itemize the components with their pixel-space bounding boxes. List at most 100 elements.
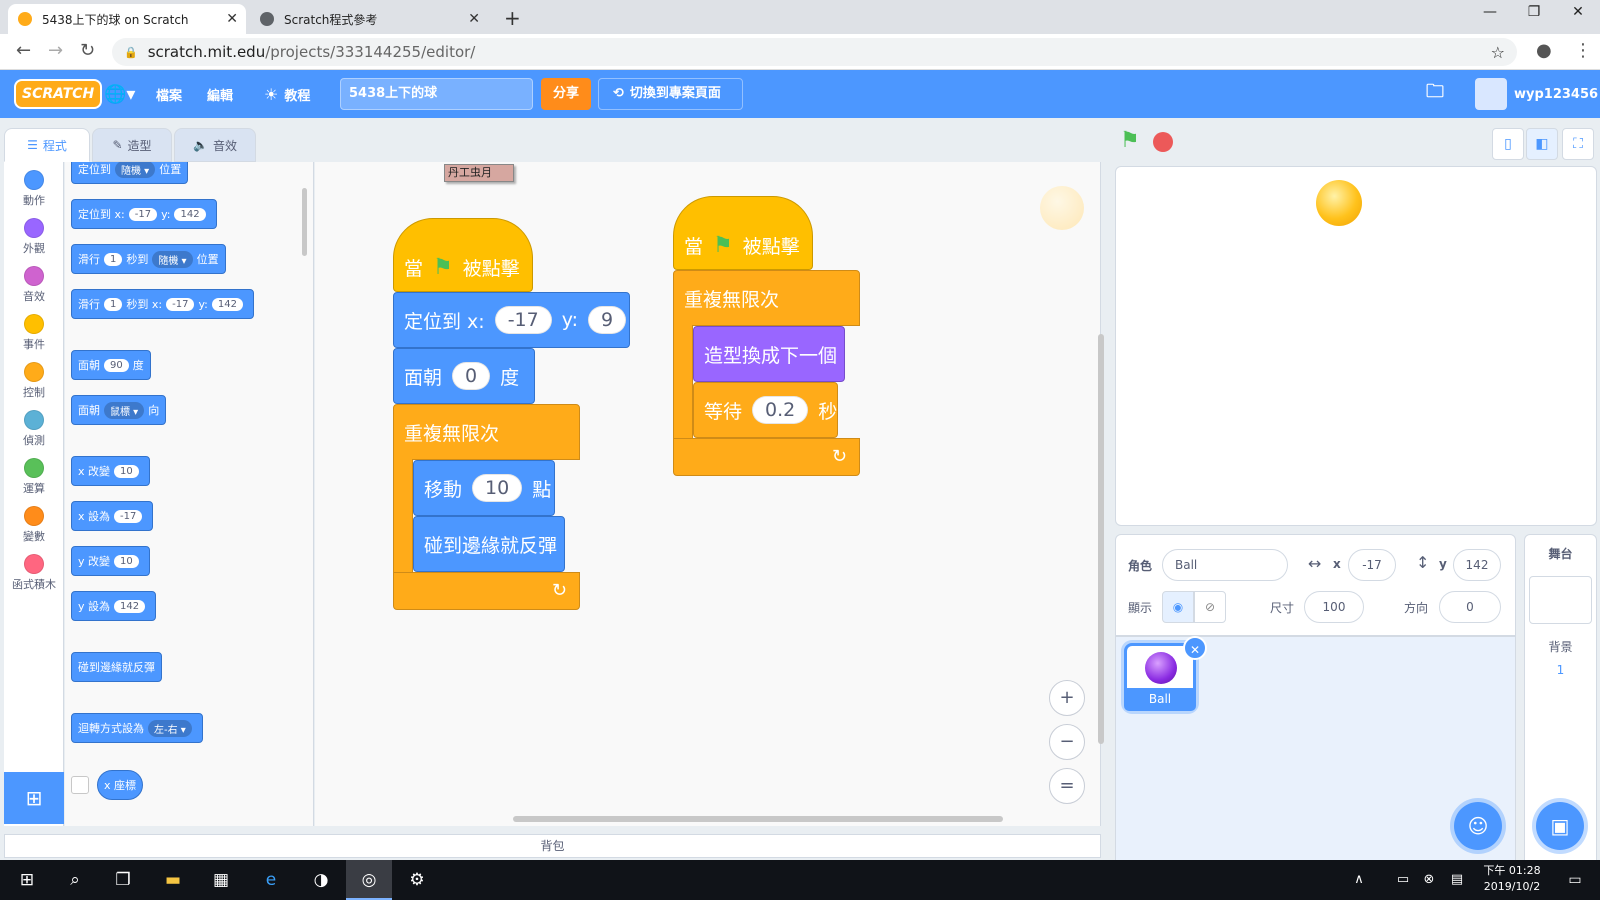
close-tab-icon[interactable]: ✕ <box>468 11 480 27</box>
x-position-checkbox[interactable] <box>71 776 89 794</box>
block-input[interactable]: 142 <box>211 297 243 311</box>
file-explorer-icon[interactable]: ▬ <box>150 860 196 900</box>
palette-scrollbar[interactable] <box>302 188 307 256</box>
block-dropdown[interactable]: 鼠標 ▾ <box>104 401 145 419</box>
tab-sounds[interactable]: 🔈 音效 <box>174 128 256 162</box>
notifications-icon[interactable]: ▭ <box>1552 860 1598 900</box>
category-events[interactable]: 事件 <box>4 314 64 352</box>
block-dropdown[interactable]: 左-右 ▾ <box>148 719 192 737</box>
block-set-y[interactable]: y 設為 142 <box>71 591 157 621</box>
direction-input[interactable]: 0 <box>1439 591 1501 623</box>
share-button[interactable]: 分享 <box>541 78 591 110</box>
block-input[interactable]: 1 <box>104 297 123 311</box>
reload-icon[interactable]: ↻ <box>80 40 95 61</box>
menu-tutorials[interactable]: ☀ 教程 <box>264 70 310 118</box>
block-input[interactable]: -17 <box>114 509 143 523</box>
block-input[interactable]: 142 <box>114 599 146 613</box>
chrome-icon[interactable]: ◎ <box>346 860 392 900</box>
close-window-icon[interactable]: ✕ <box>1558 4 1598 20</box>
address-bar[interactable]: 🔒 scratch.mit.edu/projects/333144255/edi… <box>112 38 1517 66</box>
block-x-position[interactable]: x 座標 <box>97 770 144 800</box>
close-tab-icon[interactable]: ✕ <box>226 11 238 27</box>
block-point-direction[interactable]: 面朝 0 度 <box>393 348 535 404</box>
block-input[interactable]: 142 <box>174 207 206 221</box>
category-variables[interactable]: 變數 <box>4 506 64 544</box>
zoom-out-button[interactable]: − <box>1049 724 1085 760</box>
more-menu-icon[interactable]: ⋮ <box>1574 40 1592 61</box>
block-goto-xy[interactable]: 定位到 x: -17 y: 142 <box>71 199 217 229</box>
block-forever[interactable]: 重複無限次 <box>393 404 580 460</box>
menu-file[interactable]: 檔案 <box>156 70 182 118</box>
tab-code[interactable]: ☰ 程式 <box>4 128 90 162</box>
workspace-comment[interactable]: 丹工虫月 <box>444 164 514 182</box>
my-stuff-folder-icon[interactable]: 🗀 <box>1426 70 1444 118</box>
back-icon[interactable]: ← <box>16 40 31 61</box>
block-when-flag-clicked[interactable]: 當 ⚑ 被點擊 <box>673 196 813 270</box>
sprite-thumbnail-ball[interactable]: Ball ✕ <box>1124 636 1207 711</box>
zoom-reset-button[interactable]: = <box>1049 768 1085 804</box>
block-move[interactable]: 移動 10 點 <box>413 460 555 516</box>
block-point-direction[interactable]: 面朝 90 度 <box>71 350 151 380</box>
category-my-blocks[interactable]: 函式積木 <box>4 554 64 592</box>
block-input[interactable]: 0 <box>452 362 491 390</box>
browser-tab-active[interactable]: 5438上下的球 on Scratch ✕ <box>8 4 246 34</box>
block-forever[interactable]: 重複無限次 <box>673 270 860 326</box>
block-input[interactable]: 1 <box>104 252 123 266</box>
ball-sprite[interactable] <box>1316 180 1362 226</box>
zoom-in-button[interactable]: + <box>1049 680 1085 716</box>
code-workspace[interactable]: 丹工虫月 當 ⚑ 被點擊 定位到 x: -17 y: 9 面朝 0 度 重複無限次 移動 10 點… <box>315 162 1101 826</box>
search-icon[interactable]: ⌕ <box>52 860 98 900</box>
bookmark-star-icon[interactable]: ☆ <box>1491 43 1505 62</box>
tab-costumes[interactable]: ✎ 造型 <box>92 128 172 162</box>
category-control[interactable]: 控制 <box>4 362 64 400</box>
add-extension-button[interactable]: ⊞ <box>4 772 64 824</box>
block-glide-xy[interactable]: 滑行 1 秒到 x: -17 y: 142 <box>71 289 254 319</box>
category-motion[interactable]: 動作 <box>4 170 64 208</box>
block-input[interactable]: -17 <box>128 207 158 221</box>
block-change-y[interactable]: y 改變 10 <box>71 546 150 576</box>
avatar[interactable] <box>1475 78 1507 110</box>
sprite-name-input[interactable]: Ball <box>1162 549 1288 581</box>
block-goto-xy[interactable]: 定位到 x: -17 y: 9 <box>393 292 630 348</box>
block-input[interactable]: 10 <box>114 464 139 478</box>
block-input[interactable]: -17 <box>166 297 195 311</box>
block-bounce[interactable]: 碰到邊緣就反彈 <box>413 516 565 572</box>
block-goto-random[interactable]: 定位到 隨機 ▾ 位置 <box>71 162 189 184</box>
block-set-x[interactable]: x 設為 -17 <box>71 501 154 531</box>
internet-explorer-icon[interactable]: e <box>248 860 294 900</box>
block-rotation-style[interactable]: 迴轉方式設為 左-右 ▾ <box>71 713 203 743</box>
block-when-flag-clicked[interactable]: 當 ⚑ 被點擊 <box>393 218 533 292</box>
block-input[interactable]: 9 <box>588 306 627 334</box>
taskbar-clock[interactable]: 下午 01:28 2019/10/2 <box>1472 863 1552 895</box>
block-input[interactable]: 10 <box>114 554 139 568</box>
size-input[interactable]: 100 <box>1304 591 1364 623</box>
hide-eye-icon[interactable]: ⊘ <box>1194 591 1226 623</box>
workspace-vertical-scrollbar[interactable] <box>1098 334 1104 744</box>
small-stage-button[interactable]: ▯ <box>1492 128 1524 160</box>
chevron-up-icon[interactable]: ∧ <box>1336 860 1382 900</box>
menu-edit[interactable]: 編輯 <box>207 70 233 118</box>
choose-backdrop-button[interactable]: ▣ <box>1536 802 1584 850</box>
app-icon[interactable]: ◑ <box>298 860 344 900</box>
workspace-horizontal-scrollbar[interactable] <box>513 816 1003 822</box>
language-globe-icon[interactable]: 🌐▾ <box>104 70 135 118</box>
normal-stage-button[interactable]: ◧ <box>1526 128 1558 160</box>
block-input[interactable]: 0.2 <box>752 396 809 424</box>
scratch-logo[interactable]: SCRATCH <box>14 79 103 109</box>
minimize-icon[interactable]: — <box>1470 4 1510 20</box>
x-input[interactable]: -17 <box>1348 549 1396 581</box>
y-input[interactable]: 142 <box>1453 549 1501 581</box>
choose-sprite-button[interactable]: ☺ <box>1454 802 1502 850</box>
settings-gear-icon[interactable]: ⚙ <box>394 860 440 900</box>
backpack[interactable]: 背包 <box>4 834 1101 858</box>
category-looks[interactable]: 外觀 <box>4 218 64 256</box>
block-bounce[interactable]: 碰到邊緣就反彈 <box>71 652 162 682</box>
block-point-towards[interactable]: 面朝 鼠標 ▾ 向 <box>71 395 167 425</box>
account-menu[interactable]: wyp123456 ▾ <box>1514 70 1600 118</box>
forward-icon[interactable]: → <box>48 40 63 61</box>
block-input[interactable]: -17 <box>494 306 552 334</box>
show-eye-icon[interactable]: ◉ <box>1162 591 1194 623</box>
task-view-icon[interactable]: ❐ <box>100 860 146 900</box>
browser-tab[interactable]: Scratch程式參考 ✕ <box>250 4 488 34</box>
store-icon[interactable]: ▦ <box>198 860 244 900</box>
